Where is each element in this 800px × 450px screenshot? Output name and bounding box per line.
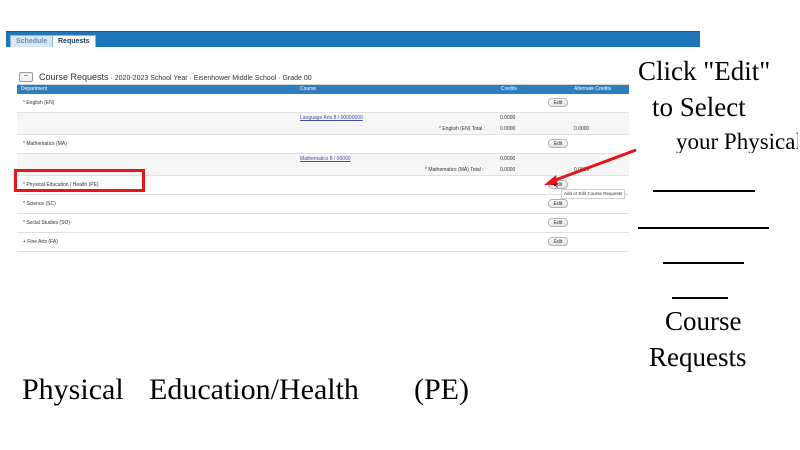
footer-word-pe: (PE) xyxy=(414,373,469,406)
blank-line xyxy=(672,297,728,299)
total-credits: 0.0000 xyxy=(500,167,516,173)
category-row-fine-arts: + Fine Arts (FA) Edit xyxy=(17,233,629,252)
course-link[interactable]: Language Arts 8 / 00000000 xyxy=(300,115,363,121)
category-row-english: * English (EN) Edit xyxy=(17,94,629,113)
total-label: * Mathematics (MA) Total : xyxy=(425,167,484,173)
instruction-line-2: to Select xyxy=(652,92,746,122)
panel-subtitle: · 2020-2023 School Year · Eisenhower Mid… xyxy=(110,75,312,82)
instruction-line-3: your Physical Education/Health xyxy=(676,130,798,153)
category-row-mathematics: * Mathematics (MA) Edit xyxy=(17,135,629,154)
column-header-credits: Credits xyxy=(501,86,517,92)
screenshot-region: Schedule Requests − Course Requests · 20… xyxy=(0,0,700,260)
category-row-science: * Science (SC) Edit xyxy=(17,195,629,214)
total-alt-credits: 0.0000 xyxy=(574,126,590,132)
course-credits: 0.0000 xyxy=(500,115,516,121)
category-row-social-studies: * Social Studies (SO) Edit xyxy=(17,214,629,233)
category-label: * Mathematics (MA) xyxy=(23,141,67,147)
edit-tooltip: Add or Edit Course Requests xyxy=(561,189,626,199)
total-label: * English (EN) Total : xyxy=(439,126,486,132)
tab-schedule[interactable]: Schedule xyxy=(10,35,54,47)
panel-header: − Course Requests · 2020-2023 School Yea… xyxy=(17,70,629,85)
tab-requests[interactable]: Requests xyxy=(52,35,96,47)
column-header-course: Course xyxy=(300,86,317,92)
blank-line xyxy=(638,227,769,229)
blank-line xyxy=(663,262,744,264)
course-requests-panel: − Course Requests · 2020-2023 School Yea… xyxy=(17,70,629,252)
column-header-row: Department Course Credits Alternate Cred… xyxy=(17,85,629,94)
edit-button-fine-arts[interactable]: Edit xyxy=(548,237,568,246)
category-label: + Fine Arts (FA) xyxy=(23,239,58,245)
course-credits: 0.0000 xyxy=(500,156,516,162)
category-label: * Science (SC) xyxy=(23,201,56,207)
instruction-line-4: Course xyxy=(665,306,742,336)
instruction-line-5: Requests xyxy=(649,342,747,372)
total-credits: 0.0000 xyxy=(500,126,516,132)
footer-word-education-health: Education/Health xyxy=(149,373,359,406)
highlight-box xyxy=(14,169,145,192)
edit-button-science[interactable]: Edit xyxy=(548,199,568,208)
panel-title: Course Requests · 2020-2023 School Year … xyxy=(39,72,312,82)
footer-word-physical: Physical xyxy=(22,373,124,406)
instruction-line-1: Click "Edit" xyxy=(638,56,771,86)
column-header-alt-credits: Alternate Credits xyxy=(574,86,612,92)
category-label: * Social Studies (SO) xyxy=(23,220,70,226)
edit-button-mathematics[interactable]: Edit xyxy=(548,139,568,148)
column-header-department: Department xyxy=(21,86,48,92)
edit-button-social-studies[interactable]: Edit xyxy=(548,218,568,227)
course-row: Language Arts 8 / 00000000 0.0000 xyxy=(17,113,629,123)
total-row: * English (EN) Total : 0.0000 0.0000 xyxy=(17,123,629,135)
tab-bar: Schedule Requests xyxy=(6,31,700,47)
edit-button-english[interactable]: Edit xyxy=(548,98,568,107)
course-link[interactable]: Mathematics 8 / 00000 xyxy=(300,156,351,162)
panel-title-text: Course Requests xyxy=(39,72,109,82)
category-label: * English (EN) xyxy=(23,100,55,106)
minus-icon[interactable]: − xyxy=(19,72,33,82)
mouse-cursor-icon: ↖ xyxy=(553,183,559,190)
blank-line xyxy=(653,190,755,192)
course-row: Mathematics 8 / 00000 0.0000 xyxy=(17,154,629,164)
